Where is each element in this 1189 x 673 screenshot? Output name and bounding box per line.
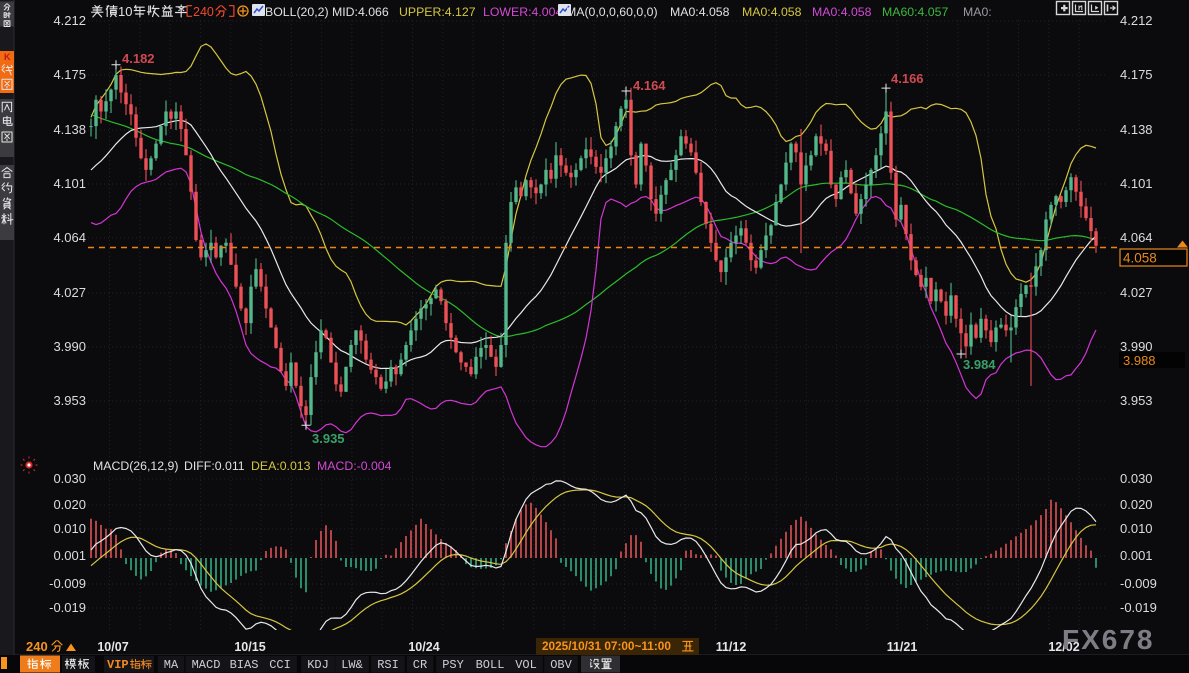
svg-text:3.953: 3.953: [53, 393, 86, 408]
svg-text:BOLL: BOLL: [476, 658, 505, 672]
svg-text:4.175: 4.175: [1120, 67, 1153, 82]
svg-text:4.164: 4.164: [633, 78, 666, 93]
svg-text:10: 10: [118, 4, 132, 19]
svg-text:0.030: 0.030: [53, 471, 86, 486]
svg-text:CCI: CCI: [269, 658, 291, 672]
svg-text:MACD:-0.004: MACD:-0.004: [317, 459, 392, 473]
svg-text:MA60:4.057: MA60:4.057: [882, 5, 948, 19]
svg-text:10/15: 10/15: [234, 640, 265, 654]
svg-text:-0.009: -0.009: [49, 576, 86, 591]
svg-text:2025/10/31 07:00~11:00: 2025/10/31 07:00~11:00: [542, 639, 671, 653]
svg-text:4.182: 4.182: [122, 51, 155, 66]
svg-text:4.138: 4.138: [1120, 122, 1153, 137]
svg-text:MID:4.066: MID:4.066: [332, 5, 389, 19]
svg-text:3.984: 3.984: [963, 357, 996, 372]
svg-text:11/21: 11/21: [887, 640, 918, 654]
svg-text:LW&: LW&: [341, 658, 363, 672]
svg-text:VOL: VOL: [515, 658, 537, 672]
svg-text:3.935: 3.935: [312, 431, 345, 446]
svg-text:240: 240: [193, 5, 214, 19]
svg-text:4.138: 4.138: [53, 122, 86, 137]
svg-text:MA(0,0,0,60,0,0): MA(0,0,0,60,0,0): [566, 5, 658, 19]
svg-text:4.058: 4.058: [1123, 251, 1157, 266]
svg-text:MACD: MACD: [192, 658, 221, 672]
svg-text:4.101: 4.101: [1120, 176, 1153, 191]
svg-text:4.166: 4.166: [891, 71, 924, 86]
svg-text:240: 240: [26, 639, 48, 654]
svg-text:-0.019: -0.019: [49, 600, 86, 615]
svg-text:4.064: 4.064: [1120, 230, 1153, 245]
svg-text:4.027: 4.027: [53, 285, 86, 300]
svg-text:0.010: 0.010: [1120, 521, 1153, 536]
svg-text:3.990: 3.990: [1120, 339, 1153, 354]
svg-text:MA0:4.058: MA0:4.058: [812, 5, 872, 19]
svg-text:4.064: 4.064: [53, 230, 86, 245]
svg-text:3.990: 3.990: [53, 339, 86, 354]
svg-text:4.212: 4.212: [53, 13, 86, 28]
svg-text:LOWER:4.004: LOWER:4.004: [483, 5, 562, 19]
svg-text:KDJ: KDJ: [307, 658, 329, 672]
svg-text:0.030: 0.030: [1120, 471, 1153, 486]
svg-text:0.001: 0.001: [53, 548, 86, 563]
svg-text:0.001: 0.001: [1120, 548, 1153, 563]
svg-text:DIFF:0.011: DIFF:0.011: [184, 459, 245, 473]
svg-text:3.988: 3.988: [1123, 353, 1156, 368]
svg-text:MA0:: MA0:: [963, 5, 992, 19]
svg-text:MA0:4.058: MA0:4.058: [670, 5, 730, 19]
svg-text:4.027: 4.027: [1120, 285, 1153, 300]
svg-text:VIP: VIP: [107, 658, 129, 672]
svg-text:3.953: 3.953: [1120, 393, 1153, 408]
svg-text:-0.019: -0.019: [1120, 600, 1157, 615]
svg-text:10/07: 10/07: [97, 640, 128, 654]
svg-text:CR: CR: [413, 658, 427, 672]
svg-text:4.101: 4.101: [53, 176, 86, 191]
svg-text:MA: MA: [164, 658, 179, 672]
svg-text:-0.009: -0.009: [1120, 576, 1157, 591]
svg-text:10/24: 10/24: [408, 640, 439, 654]
svg-text:4.212: 4.212: [1120, 13, 1153, 28]
svg-text:DEA:0.013: DEA:0.013: [251, 459, 311, 473]
svg-text:BIAS: BIAS: [230, 658, 259, 672]
svg-text:0.020: 0.020: [1120, 497, 1153, 512]
svg-text:PSY: PSY: [442, 658, 464, 672]
svg-text:K: K: [4, 52, 11, 62]
svg-text:MACD(26,12,9): MACD(26,12,9): [93, 459, 178, 473]
svg-text:0.010: 0.010: [53, 521, 86, 536]
svg-text:OBV: OBV: [550, 658, 572, 672]
svg-text:FX678: FX678: [1062, 624, 1155, 655]
svg-text:4.175: 4.175: [53, 67, 86, 82]
svg-text:11/12: 11/12: [716, 640, 747, 654]
svg-text:MA0:4.058: MA0:4.058: [742, 5, 802, 19]
svg-text:RSI: RSI: [377, 658, 399, 672]
svg-text:UPPER:4.127: UPPER:4.127: [399, 5, 476, 19]
svg-text:BOLL(20,2): BOLL(20,2): [265, 5, 329, 19]
svg-text:0.020: 0.020: [53, 497, 86, 512]
